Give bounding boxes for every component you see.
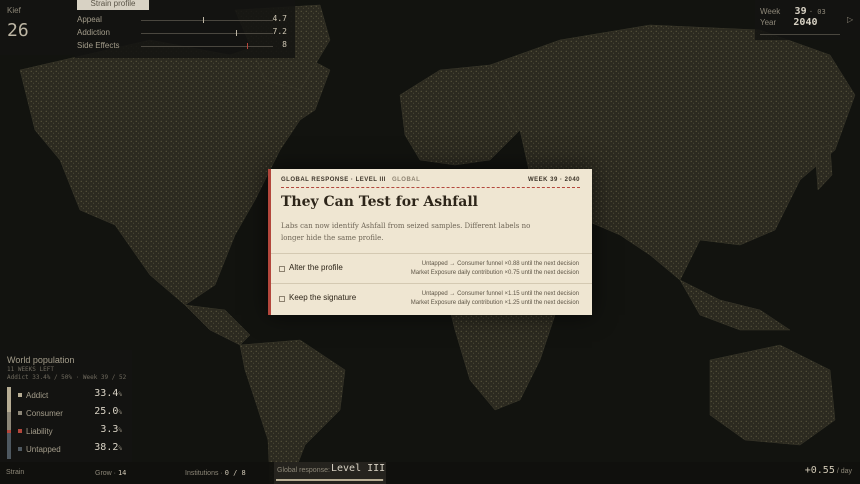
- global-response-progress: [276, 479, 384, 481]
- modal-divider: [281, 187, 580, 188]
- option-alter-profile[interactable]: Alter the profile Untapped → Consumer fu…: [271, 253, 592, 283]
- stat-value: 4.7: [272, 14, 287, 23]
- stat-label: Side Effects: [77, 41, 120, 50]
- pop-row-untapped: Untapped 38.2%: [15, 441, 127, 457]
- stat-marker: [236, 30, 238, 36]
- modal-scope: GLOBAL: [391, 177, 421, 183]
- time-panel: Week 39 · 03 Year 2040 ▷: [755, 0, 860, 40]
- stat-value: 7.2: [272, 27, 287, 36]
- stat-addiction: Addiction 7.2: [77, 27, 291, 39]
- option-effects: Untapped → Consumer funnel ×1.15 until t…: [410, 291, 579, 306]
- modal-header: GLOBAL RESPONSE · LEVEL III GLOBAL WEEK 3…: [281, 177, 580, 187]
- pop-label: Consumer: [26, 409, 63, 418]
- pop-row-liability: Liability 3.3%: [15, 423, 127, 439]
- play-icon[interactable]: ▷: [847, 15, 853, 24]
- pop-label: Untapped: [26, 445, 61, 454]
- global-response-label: Global response:: [277, 467, 330, 474]
- population-subtitle: 11 WEEKS LEFT Addict 33.4% / 50% · Week …: [7, 366, 126, 382]
- stat-marker: [246, 43, 248, 49]
- pop-label: Addict: [26, 391, 49, 400]
- week-row: Week 39 · 03: [760, 6, 826, 17]
- daily-rate: +0.55 / day: [804, 465, 852, 476]
- weeks-left: 11 WEEKS LEFT: [7, 366, 54, 373]
- strain-profile-tab[interactable]: Strain profile: [77, 0, 149, 10]
- time-track[interactable]: [760, 34, 840, 35]
- stat-bar: [141, 17, 273, 23]
- option-label: Alter the profile: [289, 263, 343, 272]
- option-effects: Untapped → Consumer funnel ×0.88 until t…: [410, 261, 579, 276]
- option-keep-signature[interactable]: Keep the signature Untapped → Consumer f…: [271, 283, 592, 313]
- year-row: Year 2040: [760, 17, 818, 28]
- stat-bar: [141, 30, 273, 36]
- option-label: Keep the signature: [289, 293, 357, 302]
- stat-bar: [141, 43, 273, 49]
- stat-label: Addiction: [77, 28, 110, 37]
- kief-panel: Kief 26: [0, 0, 75, 55]
- pop-swatch: [18, 447, 22, 451]
- option-checkbox[interactable]: [279, 296, 285, 302]
- strain-profile-panel: Strain profile Appeal 4.7 Addiction 7.2 …: [75, 0, 295, 58]
- pop-row-addict: Addict 33.4%: [15, 387, 127, 403]
- stat-marker: [203, 17, 205, 23]
- modal-week: WEEK 39 · 2040: [527, 177, 580, 183]
- event-modal: GLOBAL RESPONSE · LEVEL III GLOBAL WEEK 3…: [268, 169, 592, 315]
- stat-value: 8: [282, 40, 287, 49]
- year-value: 2040: [793, 17, 818, 28]
- week-label: Week: [760, 7, 781, 16]
- grow-tab[interactable]: Grow · 14: [95, 469, 126, 477]
- week-suffix: · 03: [808, 8, 826, 16]
- pop-value: 38.2%: [94, 442, 122, 453]
- modal-body: Labs can now identify Ashfall from seize…: [281, 222, 531, 242]
- strain-tab[interactable]: Strain: [6, 469, 24, 476]
- stat-label: Appeal: [77, 15, 102, 24]
- kief-value: 26: [7, 20, 29, 41]
- pop-value: 3.3%: [100, 424, 122, 435]
- stat-appeal: Appeal 4.7: [77, 14, 291, 26]
- week-value: 39: [794, 6, 807, 17]
- global-response-indicator[interactable]: Global response: Level III: [274, 462, 386, 484]
- pop-value: 33.4%: [94, 388, 122, 399]
- pop-label: Liability: [26, 427, 53, 436]
- pop-swatch: [18, 411, 22, 415]
- population-rail: [7, 387, 11, 459]
- option-checkbox[interactable]: [279, 266, 285, 272]
- modal-kicker: GLOBAL RESPONSE · LEVEL III: [281, 177, 386, 183]
- pop-row-consumer: Consumer 25.0%: [15, 405, 127, 421]
- pop-swatch: [18, 429, 22, 433]
- bottom-bar: Strain Grow · 14 Institutions · 0 / 8 Gl…: [0, 462, 860, 484]
- pop-swatch: [18, 393, 22, 397]
- population-panel: World population 11 WEEKS LEFT Addict 33…: [0, 350, 132, 462]
- stat-side-effects: Side Effects 8: [77, 40, 291, 52]
- global-response-level: Level III: [331, 463, 386, 474]
- kief-label: Kief: [7, 6, 21, 15]
- year-label: Year: [760, 18, 777, 27]
- population-title: World population: [7, 355, 75, 365]
- modal-title: They Can Test for Ashfall: [281, 194, 478, 210]
- population-progress: Addict 33.4% / 50% · Week 39 / 52: [7, 374, 127, 381]
- pop-value: 25.0%: [94, 406, 122, 417]
- institutions-tab[interactable]: Institutions · 0 / 8: [185, 469, 246, 477]
